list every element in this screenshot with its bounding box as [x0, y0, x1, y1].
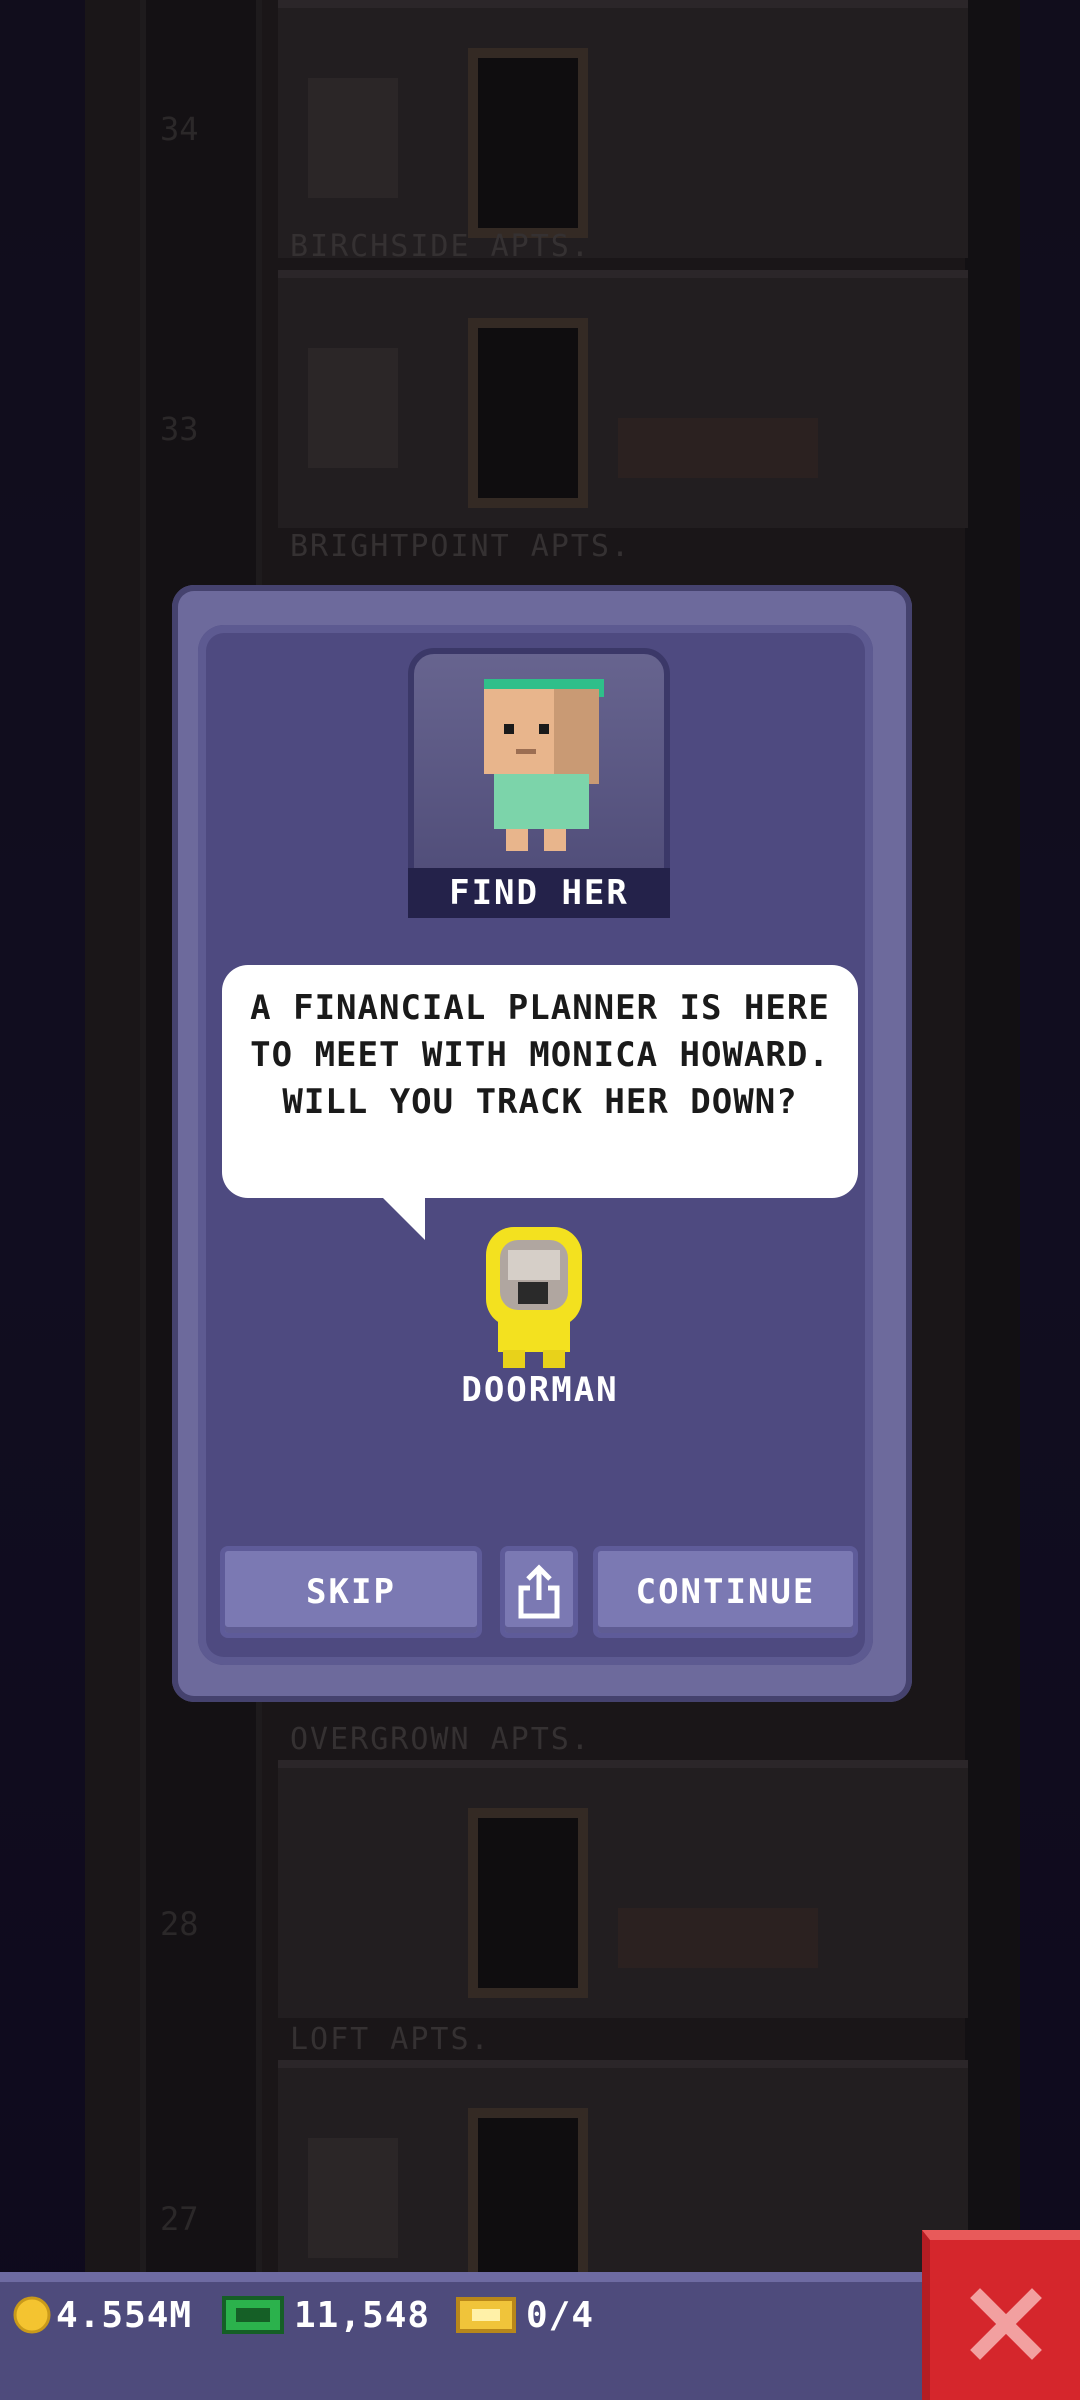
- skip-button[interactable]: SKIP: [220, 1546, 482, 1638]
- continue-button-label: CONTINUE: [635, 1572, 816, 1612]
- bux-icon: [222, 2296, 284, 2334]
- close-button[interactable]: [922, 2230, 1080, 2400]
- speaker-name: DOORMAN: [461, 1370, 619, 1410]
- bux-value: 11,548: [294, 2294, 431, 2336]
- coin-icon: [13, 2296, 51, 2334]
- close-icon: [970, 2288, 1042, 2360]
- skip-button-label: SKIP: [306, 1572, 396, 1612]
- tickets-value: 0/4: [526, 2294, 595, 2336]
- find-her-label: FIND HER: [408, 868, 670, 918]
- doorman-avatar-icon: [486, 1227, 582, 1368]
- woman-avatar-icon: [484, 679, 604, 851]
- tickets-counter[interactable]: 0/4: [456, 2290, 594, 2340]
- speech-bubble-tail: [380, 1195, 425, 1240]
- share-button[interactable]: [500, 1546, 578, 1638]
- coins-value: 4.554M: [56, 2294, 193, 2336]
- share-icon: [518, 1564, 560, 1619]
- coins-counter[interactable]: 4.554M: [12, 2290, 192, 2340]
- bux-counter[interactable]: 11,548: [222, 2290, 430, 2340]
- dialog-message: A FINANCIAL PLANNER IS HERE TO MEET WITH…: [250, 988, 830, 1122]
- continue-button[interactable]: CONTINUE: [593, 1546, 858, 1638]
- ticket-icon: [456, 2297, 516, 2333]
